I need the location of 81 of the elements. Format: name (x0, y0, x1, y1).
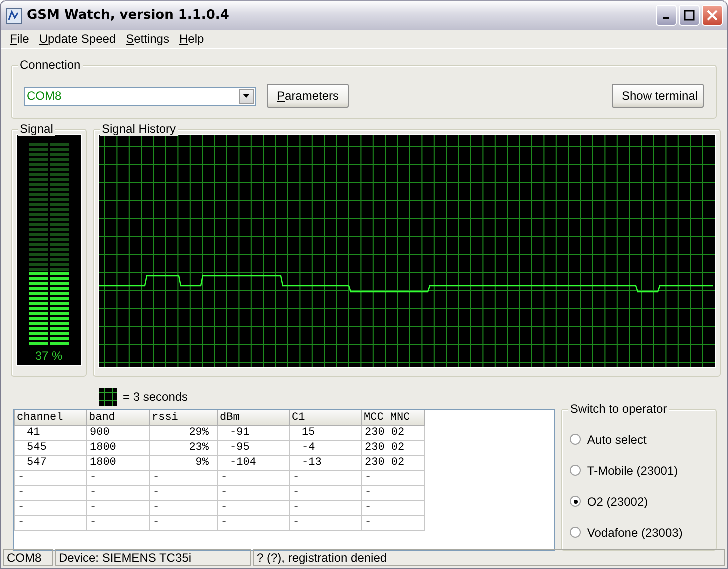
status-field: Device: SIEMENS TC35i (55, 549, 251, 566)
legend-label: = 3 seconds (123, 390, 188, 404)
table-cell: 545 (27, 442, 47, 454)
table-cell: - (365, 502, 372, 514)
table-cell: 547 (27, 457, 47, 469)
menu-item[interactable]: Help (174, 32, 210, 46)
column-header[interactable]: band (86, 410, 150, 426)
group-label: Switch to operator (568, 402, 670, 416)
column-header[interactable]: channel (14, 410, 86, 426)
table-cell: - (153, 487, 160, 499)
maximize-icon (684, 10, 695, 21)
port-dropdown[interactable]: COM8 (24, 86, 256, 106)
app-icon (6, 8, 22, 24)
table-cell: - (153, 517, 160, 529)
table-cell: -95 (230, 442, 250, 454)
window-title: GSM Watch, version 1.1.0.4 (27, 8, 230, 23)
parameters-button[interactable]: Parameters (267, 84, 350, 108)
table-cell: - (293, 487, 300, 499)
table-cell: 900 (90, 427, 110, 439)
radio-label[interactable]: T-Mobile (23001) (587, 464, 678, 478)
table-cell: - (221, 517, 228, 529)
table-cell: - (90, 487, 97, 499)
table-cell: - (365, 487, 372, 499)
status-field: ? (?), registration denied (253, 549, 725, 566)
close-button[interactable] (702, 5, 723, 26)
table-cell: 230 02 (365, 442, 405, 454)
radio-label[interactable]: O2 (23002) (587, 494, 648, 508)
table-cell: -4 (302, 442, 316, 454)
table-cell: - (18, 472, 25, 484)
menu-item[interactable]: Settings (121, 32, 174, 46)
table-cell: 41 (27, 427, 40, 439)
close-icon (707, 10, 718, 21)
table-cell: 9% (196, 457, 209, 469)
table-cell: 23% (189, 442, 209, 454)
table-cell: - (293, 472, 300, 484)
table-cell: - (365, 472, 372, 484)
maximize-button[interactable] (679, 5, 700, 26)
grid-icon (99, 388, 117, 406)
column-header[interactable]: C1 (290, 410, 362, 426)
table-cell: - (90, 517, 97, 529)
group-label: Signal (18, 122, 56, 136)
radio-button[interactable] (570, 527, 582, 538)
minimize-button[interactable] (656, 5, 677, 26)
signal-percent: 37 % (35, 349, 63, 363)
radio-label[interactable]: Vodafone (23003) (587, 526, 683, 540)
column-header[interactable]: dBm (218, 410, 290, 426)
group-label: Signal History (100, 122, 178, 136)
group-label: Connection (18, 58, 83, 72)
menu-item[interactable]: Update Speed (34, 32, 122, 46)
table-cell: 230 02 (365, 457, 405, 469)
table-cell: 230 02 (365, 427, 405, 439)
column-header[interactable]: MCC MNC (362, 410, 424, 426)
table-cell: - (18, 487, 25, 499)
table-cell: -104 (230, 457, 256, 469)
table-cell: - (221, 502, 228, 514)
radio-label[interactable]: Auto select (587, 432, 647, 446)
table-cell: 1800 (90, 442, 116, 454)
radio-button[interactable] (570, 496, 582, 507)
radio-button[interactable] (570, 434, 582, 445)
table-cell: -91 (230, 427, 250, 439)
table-cell: - (153, 502, 160, 514)
status-field: COM8 (3, 549, 53, 566)
table-cell: - (221, 487, 228, 499)
table-cell: - (90, 502, 97, 514)
table-cell: - (18, 517, 25, 529)
table-cell: 29% (189, 427, 209, 439)
column-header[interactable]: rssi (150, 410, 218, 426)
table-cell: - (293, 502, 300, 514)
table-cell: - (90, 472, 97, 484)
table-cell: -13 (302, 457, 322, 469)
table-cell: - (18, 502, 25, 514)
table-cell: - (293, 517, 300, 529)
table-cell: - (153, 472, 160, 484)
radio-button[interactable] (570, 465, 582, 476)
table-cell: 15 (302, 427, 316, 439)
show-terminal-button[interactable]: Show terminal (612, 84, 704, 108)
caret-icon (243, 94, 250, 98)
table-cell: - (221, 472, 228, 484)
menu-item[interactable]: File (5, 32, 34, 46)
table-cell: - (365, 517, 372, 529)
table-cell: 1800 (90, 457, 116, 469)
